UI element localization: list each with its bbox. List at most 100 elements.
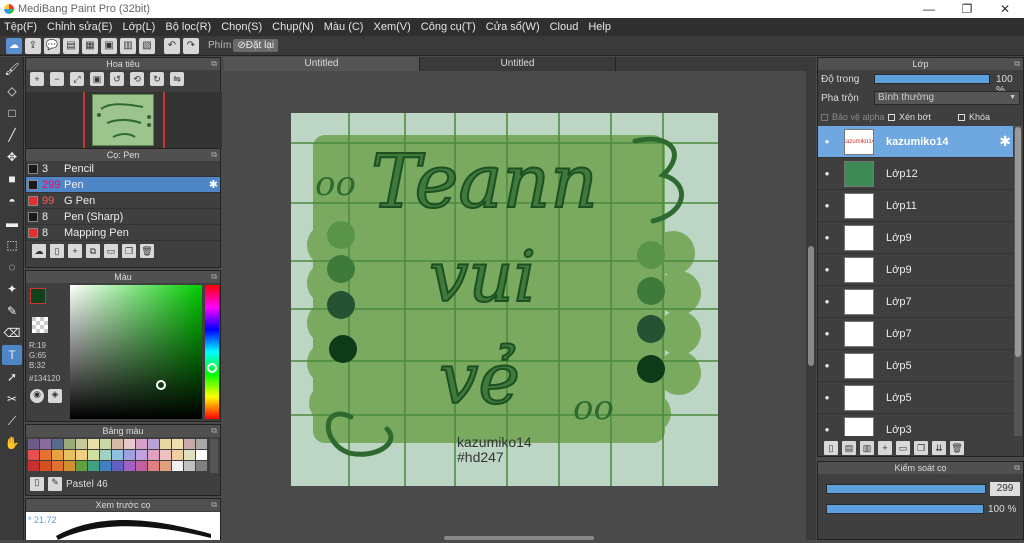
palette-swatch[interactable]: [40, 461, 51, 471]
layer-row[interactable]: ● Lớp11: [818, 190, 1013, 222]
brush-item[interactable]: 8 Pen (Sharp): [26, 209, 220, 225]
canvas-area[interactable]: Untitled Untitled oo Teann vui vẻ oo kaz…: [224, 57, 816, 540]
zoom-in-icon[interactable]: +: [30, 72, 44, 86]
visibility-icon[interactable]: ●: [818, 297, 836, 306]
layer-row[interactable]: ● Lớp5: [818, 382, 1013, 414]
menu-filter[interactable]: Bộ lọc(R): [165, 21, 211, 33]
palette-swatch[interactable]: [40, 450, 51, 460]
palette-swatch[interactable]: [40, 439, 51, 449]
hand-tool-icon[interactable]: ✋: [2, 433, 22, 453]
edit-palette-icon[interactable]: ✎: [48, 477, 62, 491]
palette-swatch[interactable]: [184, 450, 195, 460]
palette-swatch[interactable]: [64, 461, 75, 471]
layer-row[interactable]: ● Lớp9: [818, 222, 1013, 254]
layer-row[interactable]: ● Lớp9: [818, 254, 1013, 286]
visibility-icon[interactable]: ●: [818, 265, 836, 274]
panel-undock-icon[interactable]: ⧉: [1014, 58, 1020, 70]
canvas-vertical-scrollbar[interactable]: [806, 71, 816, 540]
brush-item[interactable]: 8 Mapping Pen: [26, 225, 220, 241]
hue-slider[interactable]: [205, 285, 219, 419]
menu-tools[interactable]: Công cụ(T): [421, 21, 476, 33]
add-layer-menu-icon[interactable]: +: [878, 441, 892, 455]
select-eraser-tool-icon[interactable]: ⌫: [2, 323, 22, 343]
blend-mode-select[interactable]: Bình thường ▼: [874, 91, 1020, 105]
palette-swatch[interactable]: [160, 450, 171, 460]
fill-rect-tool-icon[interactable]: ■: [2, 169, 22, 189]
panel-undock-icon[interactable]: ⧉: [211, 499, 217, 511]
layout-icon[interactable]: ▧: [139, 37, 155, 54]
gear-icon[interactable]: ✱: [999, 133, 1011, 150]
palette-swatch[interactable]: [196, 439, 207, 449]
lasso-tool-icon[interactable]: ◌: [2, 257, 22, 277]
layer-row[interactable]: ● kazumiko14 kazumiko14 ✱: [818, 126, 1013, 158]
brush-size-slider[interactable]: [826, 484, 986, 494]
flip-icon[interactable]: ⇋: [170, 72, 184, 86]
panel-undock-icon[interactable]: ⧉: [1014, 462, 1020, 474]
folder-icon[interactable]: ▭: [104, 244, 118, 258]
brush-tool-icon[interactable]: 🖌: [2, 59, 22, 79]
new-palette-icon[interactable]: ▯: [30, 477, 44, 491]
palette-swatch[interactable]: [136, 450, 147, 460]
palette-swatch[interactable]: [100, 461, 111, 471]
new-halftone-layer-icon[interactable]: ▤: [842, 441, 856, 455]
palette-swatch[interactable]: [76, 450, 87, 460]
palette-swatch[interactable]: [196, 461, 207, 471]
palette-swatch[interactable]: [124, 450, 135, 460]
visibility-icon[interactable]: ●: [818, 233, 836, 242]
gear-icon[interactable]: ✱: [209, 178, 218, 191]
palette-swatch[interactable]: [52, 439, 63, 449]
menu-edit[interactable]: Chỉnh sửa(E): [47, 21, 112, 33]
hue-cursor[interactable]: [207, 363, 217, 373]
tab-untitled-1[interactable]: Untitled: [224, 57, 420, 71]
reset-button[interactable]: ⊘ Đặt lại: [233, 39, 279, 52]
wheel-icon[interactable]: ◉: [30, 389, 44, 403]
color-square[interactable]: [70, 285, 202, 419]
gradient-tool-icon[interactable]: ▬: [2, 213, 22, 233]
select-tool-icon[interactable]: ⬚: [2, 235, 22, 255]
close-button[interactable]: ✕: [986, 0, 1024, 18]
brush-item[interactable]: 99 G Pen: [26, 193, 220, 209]
palette-swatch[interactable]: [196, 450, 207, 460]
redo-icon[interactable]: ↷: [183, 37, 199, 54]
visibility-icon[interactable]: ●: [818, 201, 836, 210]
visibility-icon[interactable]: ●: [818, 137, 836, 146]
palette-swatch[interactable]: [64, 439, 75, 449]
layer-opacity-slider[interactable]: [874, 74, 990, 84]
zoom-out-icon[interactable]: −: [50, 72, 64, 86]
palette-swatch[interactable]: [28, 461, 39, 471]
add-brush-icon[interactable]: +: [68, 244, 82, 258]
menu-snap[interactable]: Chụp(N): [272, 21, 314, 33]
artwork-canvas[interactable]: oo Teann vui vẻ oo kazumiko14 #hd247: [291, 113, 718, 486]
palette-grid[interactable]: [28, 439, 208, 473]
grid-icon[interactable]: ▥: [120, 37, 136, 54]
cloud-brush-icon[interactable]: ☁: [32, 244, 46, 258]
layer-list-scrollbar[interactable]: [1014, 126, 1022, 436]
palette-swatch[interactable]: [100, 439, 111, 449]
palette-swatch[interactable]: [148, 450, 159, 460]
visibility-icon[interactable]: ●: [818, 361, 836, 370]
canvas-horizontal-scrollbar[interactable]: [444, 536, 594, 540]
menu-help[interactable]: Help: [588, 21, 611, 33]
rectangle-tool-icon[interactable]: □: [2, 103, 22, 123]
palette-swatch[interactable]: [160, 439, 171, 449]
layer-row[interactable]: ● Lớp5: [818, 350, 1013, 382]
text-tool-icon[interactable]: T: [2, 345, 22, 365]
picker-icon[interactable]: ◈: [48, 389, 62, 403]
maximize-button[interactable]: ❐: [948, 0, 986, 18]
palette-swatch[interactable]: [184, 439, 195, 449]
duplicate-layer-icon[interactable]: ❐: [914, 441, 928, 455]
palette-swatch[interactable]: [148, 439, 159, 449]
primary-color-swatch[interactable]: [30, 288, 46, 304]
folder-icon[interactable]: ▭: [896, 441, 910, 455]
magic-wand-tool-icon[interactable]: ✦: [2, 279, 22, 299]
brush-item[interactable]: 299 Pen ✱: [26, 177, 220, 193]
minimize-button[interactable]: —: [910, 0, 948, 18]
move-tool-icon[interactable]: ✥: [2, 147, 22, 167]
menu-file[interactable]: Tệp(F): [4, 21, 37, 33]
alpha-protect-checkbox[interactable]: [821, 113, 828, 121]
palette-swatch[interactable]: [160, 461, 171, 471]
palette-swatch[interactable]: [64, 450, 75, 460]
palette-swatch[interactable]: [88, 461, 99, 471]
palette-swatch[interactable]: [76, 461, 87, 471]
palette-swatch[interactable]: [76, 439, 87, 449]
